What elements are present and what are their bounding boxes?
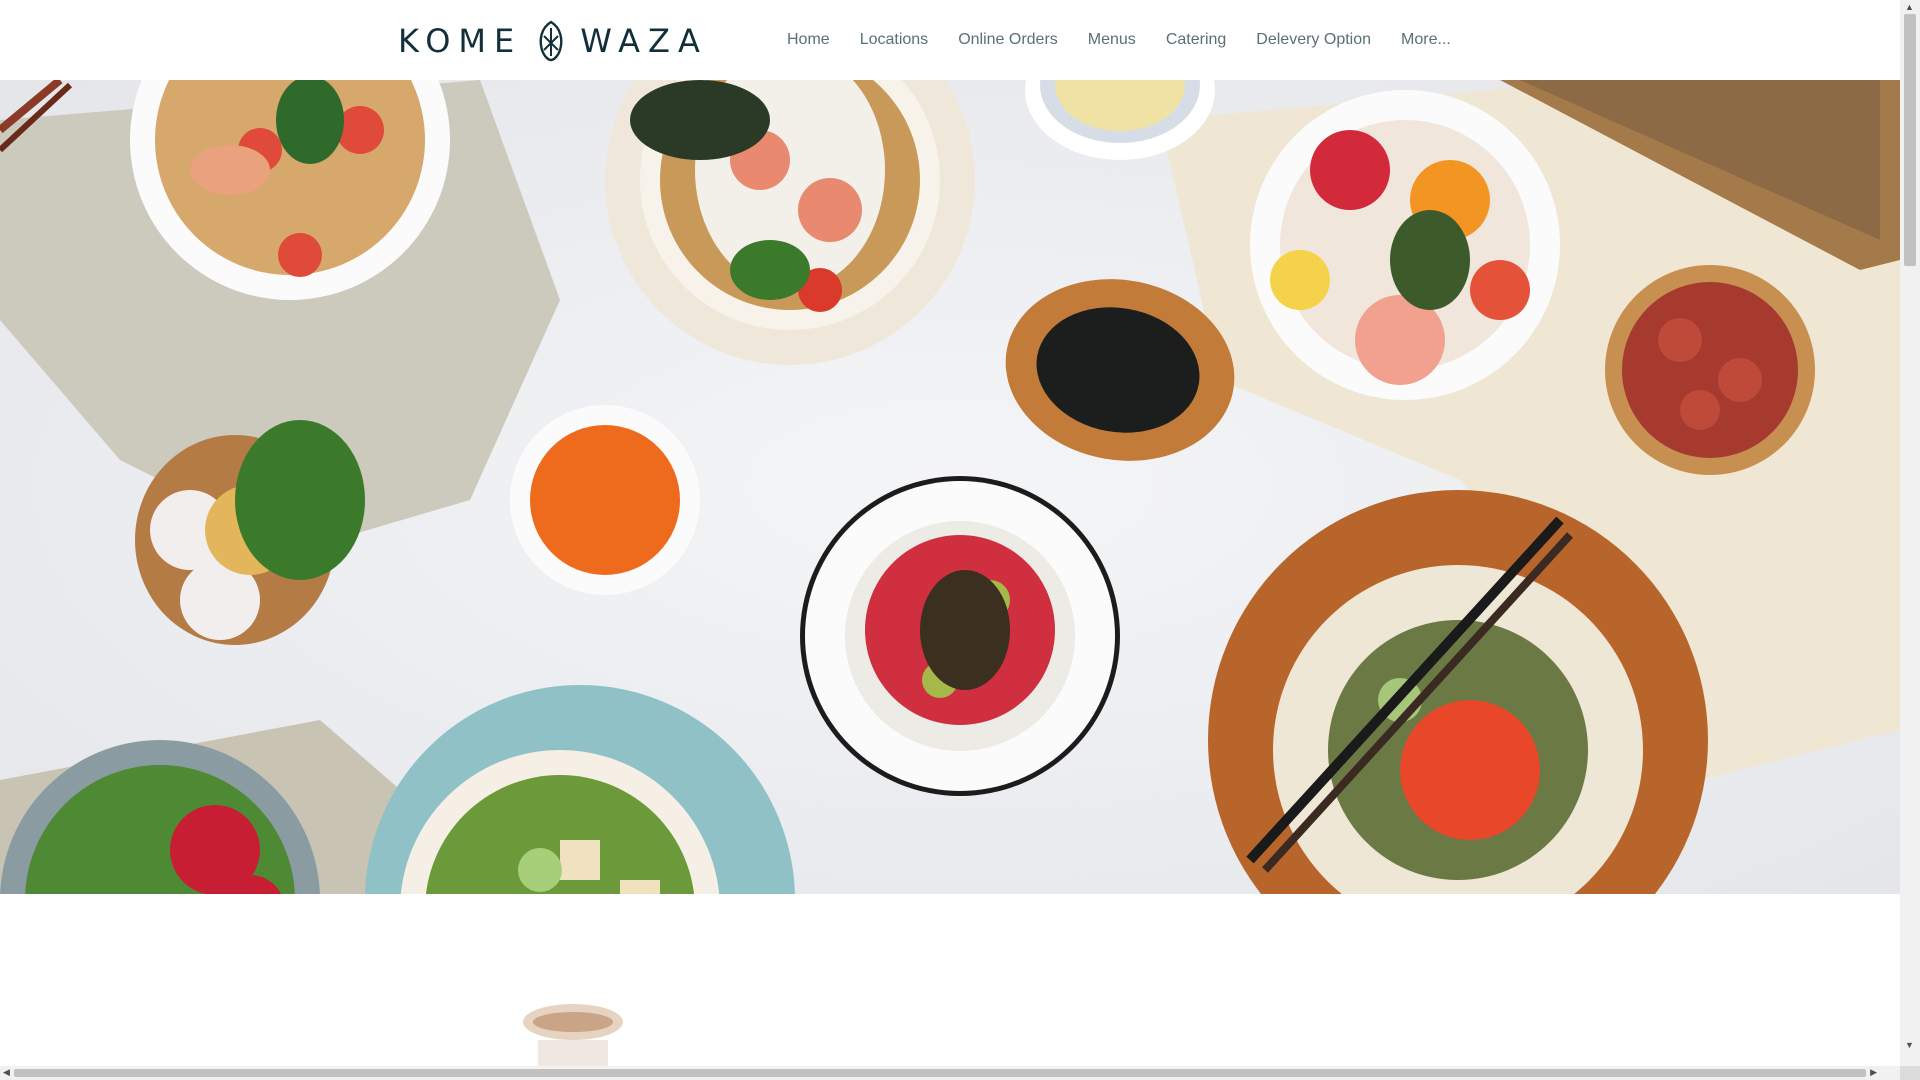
nav-locations[interactable]: Locations <box>845 28 944 52</box>
dish-thumbnail-image <box>523 1004 623 1066</box>
scroll-right-arrow-icon[interactable]: ▶ <box>1870 1067 1877 1078</box>
food-spread-illustration <box>0 80 1900 894</box>
logo-word-right: WAZA <box>580 22 708 60</box>
site-header: KOME WAZA Home Locations Online Orders M… <box>0 0 1900 80</box>
nav-home[interactable]: Home <box>772 28 845 52</box>
vertical-scrollbar[interactable]: ▲ ▼ <box>1900 0 1920 1066</box>
scroll-down-arrow-icon[interactable]: ▼ <box>1905 1040 1914 1050</box>
content-section <box>0 894 1900 1066</box>
scrollbar-corner <box>1900 1066 1920 1080</box>
site-logo[interactable]: KOME WAZA <box>398 20 708 62</box>
main-navigation: Home Locations Online Orders Menus Cater… <box>772 28 1466 52</box>
nav-catering[interactable]: Catering <box>1151 28 1241 52</box>
nav-online-orders[interactable]: Online Orders <box>943 28 1073 52</box>
horizontal-scrollbar[interactable]: ◀ ▶ <box>0 1066 1900 1080</box>
nav-delivery-option[interactable]: Delevery Option <box>1241 28 1386 52</box>
nav-more[interactable]: More... <box>1386 28 1466 52</box>
logo-word-left: KOME <box>398 22 523 60</box>
leaf-emblem-icon <box>539 20 563 62</box>
hero-food-image <box>0 80 1900 894</box>
scroll-left-arrow-icon[interactable]: ◀ <box>3 1067 10 1078</box>
nav-menus[interactable]: Menus <box>1073 28 1151 52</box>
scroll-up-arrow-icon[interactable]: ▲ <box>1905 2 1914 12</box>
horizontal-scroll-thumb[interactable] <box>14 1069 1866 1077</box>
vertical-scroll-thumb[interactable] <box>1904 14 1916 266</box>
